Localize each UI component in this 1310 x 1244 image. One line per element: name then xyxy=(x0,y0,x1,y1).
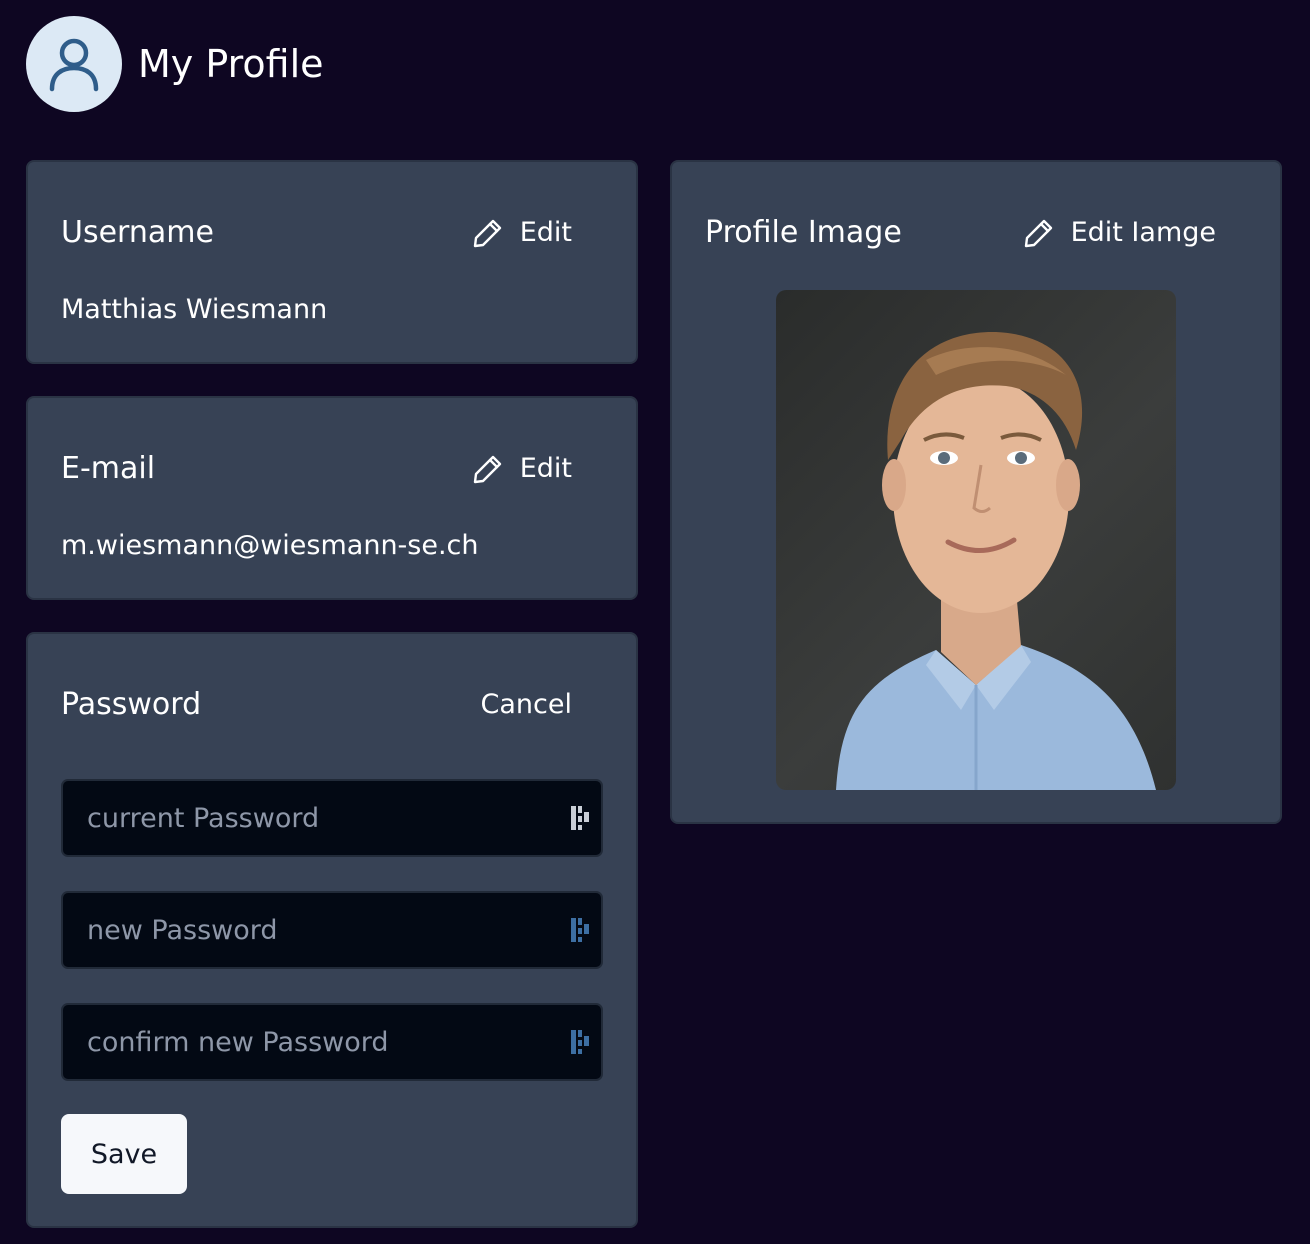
page-header: My Profile xyxy=(26,16,324,112)
email-edit-button[interactable]: Edit xyxy=(472,453,572,485)
password-card-header: Password Cancel xyxy=(61,687,572,722)
save-button[interactable]: Save xyxy=(61,1114,187,1194)
username-edit-label: Edit xyxy=(519,217,572,248)
new-password-field[interactable] xyxy=(61,891,603,969)
current-password-input[interactable] xyxy=(87,802,569,834)
profile-image-edit-button[interactable]: Edit Iamge xyxy=(1023,217,1216,249)
pencil-icon xyxy=(473,219,501,247)
username-value: Matthias Wiesmann xyxy=(61,294,328,325)
pencil-icon xyxy=(1024,219,1052,247)
profile-image-edit-label: Edit Iamge xyxy=(1070,217,1216,248)
email-title: E-mail xyxy=(61,451,156,486)
profile-photo-illustration xyxy=(836,331,1156,790)
current-password-field[interactable] xyxy=(61,779,603,857)
password-cancel-button[interactable]: Cancel xyxy=(481,689,572,720)
password-title: Password xyxy=(61,687,202,722)
profile-image-card-header: Profile Image Edit Iamge xyxy=(705,215,1216,250)
confirm-password-field[interactable] xyxy=(61,1003,603,1081)
username-edit-button[interactable]: Edit xyxy=(472,217,572,249)
page-title: My Profile xyxy=(138,42,324,86)
password-manager-icon[interactable] xyxy=(569,915,591,945)
pencil-icon xyxy=(473,455,501,483)
confirm-password-input[interactable] xyxy=(87,1026,569,1058)
email-edit-label: Edit xyxy=(519,453,572,484)
profile-photo xyxy=(776,290,1176,790)
email-card: E-mail Edit m.wiesmann@wiesmann-se.ch xyxy=(26,396,638,600)
username-title: Username xyxy=(61,215,214,250)
new-password-input[interactable] xyxy=(87,914,569,946)
password-manager-icon[interactable] xyxy=(569,803,591,833)
password-card: Password Cancel Save xyxy=(26,632,638,1228)
password-manager-icon[interactable] xyxy=(569,1027,591,1057)
username-card: Username Edit Matthias Wiesmann xyxy=(26,160,638,364)
profile-image-card: Profile Image Edit Iamge xyxy=(670,160,1282,824)
username-card-header: Username Edit xyxy=(61,215,572,250)
avatar xyxy=(26,16,122,112)
user-icon xyxy=(49,38,99,92)
email-card-header: E-mail Edit xyxy=(61,451,572,486)
email-value: m.wiesmann@wiesmann-se.ch xyxy=(61,530,479,561)
profile-image-title: Profile Image xyxy=(705,215,902,250)
